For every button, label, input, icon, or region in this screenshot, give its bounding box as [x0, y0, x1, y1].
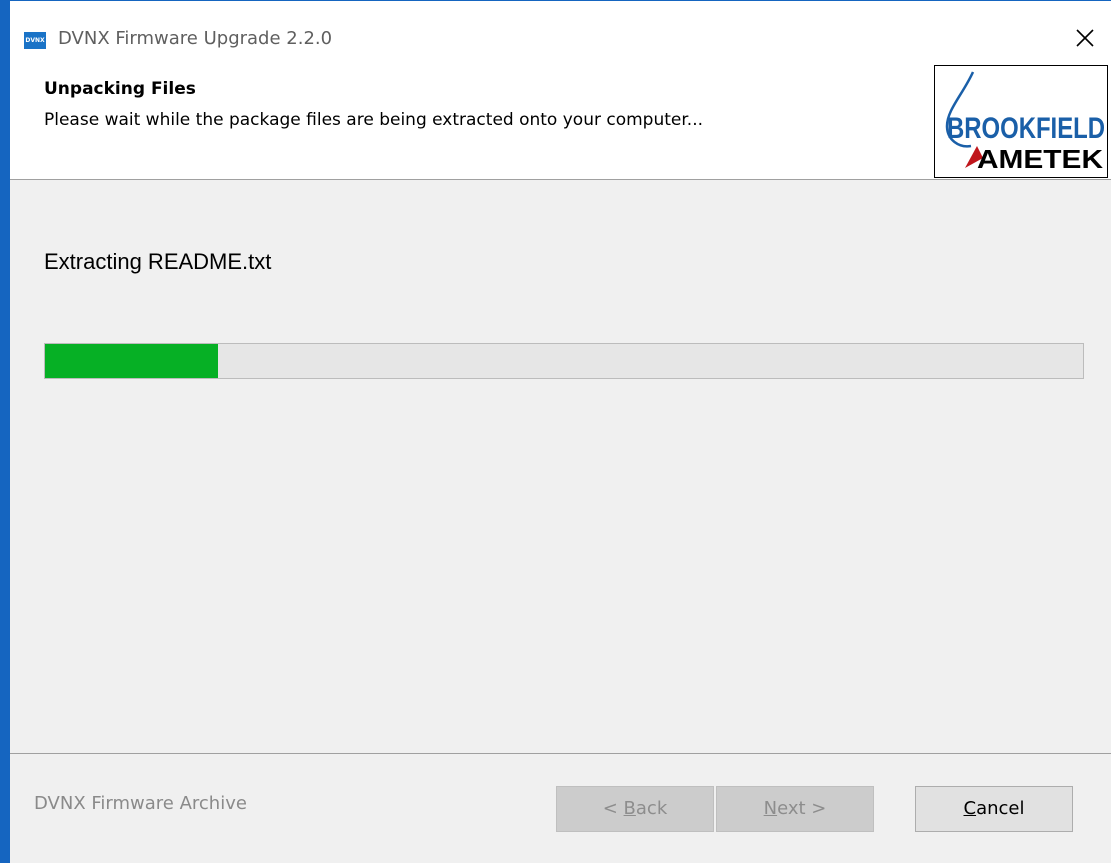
next-button[interactable]: Next > — [716, 786, 874, 832]
window-title: DVNX Firmware Upgrade 2.2.0 — [58, 28, 333, 49]
header-subtitle: Please wait while the package files are … — [44, 110, 704, 130]
progress-fill — [45, 344, 219, 378]
installer-window: DVNX DVNX Firmware Upgrade 2.2.0 Unpacki… — [0, 0, 1111, 863]
extraction-status: Extracting README.txt — [44, 249, 272, 274]
logo-brand-top: BROOKFIELD — [947, 112, 1105, 145]
close-icon — [1076, 29, 1094, 47]
app-icon: DVNX — [24, 32, 46, 49]
cancel-button[interactable]: Cancel — [915, 786, 1073, 832]
brookfield-ametek-logo: BROOKFIELD AMETEK — [934, 65, 1108, 178]
footer-label: DVNX Firmware Archive — [34, 793, 247, 814]
header-title: Unpacking Files — [44, 79, 196, 99]
close-button[interactable] — [1062, 19, 1108, 57]
progress-bar — [44, 343, 1084, 379]
logo-brand-bottom: AMETEK — [977, 144, 1103, 174]
back-button[interactable]: < Back — [556, 786, 714, 832]
title-bar[interactable]: DVNX DVNX Firmware Upgrade 2.2.0 — [10, 1, 1111, 61]
footer-divider — [10, 753, 1111, 754]
header-panel: Unpacking Files Please wait while the pa… — [10, 61, 1111, 180]
